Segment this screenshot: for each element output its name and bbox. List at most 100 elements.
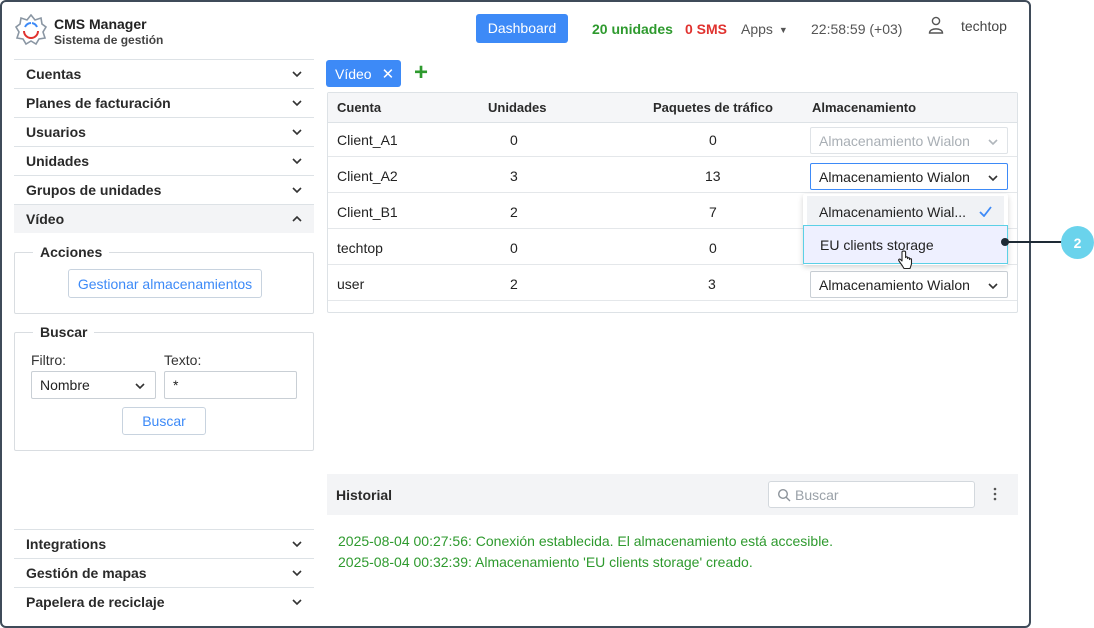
column-header-almacenamiento[interactable]: Almacenamiento — [812, 100, 916, 115]
sidebar-nav: Cuentas Planes de facturación Usuarios U… — [14, 59, 314, 233]
sidebar-item-mapas[interactable]: Gestión de mapas — [14, 558, 314, 587]
checkmark-icon — [979, 206, 992, 217]
username[interactable]: techtop — [961, 18, 1007, 34]
brand-title: CMS Manager — [54, 16, 147, 32]
cms-logo-icon — [15, 14, 47, 46]
cell-paquetes: 3 — [708, 276, 716, 292]
sidebar-item-planes[interactable]: Planes de facturación — [14, 88, 314, 117]
table-row[interactable]: user 2 3 Almacenamiento Wialon — [328, 267, 1017, 301]
chevron-down-icon — [988, 283, 998, 290]
storage-select-value: Almacenamiento Wialon — [819, 132, 970, 149]
cell-cuenta: techtop — [337, 240, 383, 256]
tab-video[interactable]: Vídeo ✕ — [326, 60, 401, 87]
units-counter[interactable]: 20 unidades — [592, 21, 673, 37]
history-search-placeholder: Buscar — [795, 486, 839, 503]
history-log-entry: 2025-08-04 00:32:39: Almacenamiento 'EU … — [338, 554, 753, 570]
cell-unidades: 0 — [510, 240, 518, 256]
chevron-down-icon — [292, 541, 302, 548]
sidebar-item-label: Gestión de mapas — [26, 565, 147, 581]
cell-cuenta: user — [337, 276, 365, 292]
column-header-cuenta[interactable]: Cuenta — [337, 100, 381, 115]
search-text-input[interactable]: * — [164, 371, 297, 399]
storage-select: Almacenamiento Wialon — [810, 127, 1008, 154]
sidebar-item-unidades[interactable]: Unidades — [14, 146, 314, 175]
manage-storages-button[interactable]: Gestionar almacenamientos — [68, 269, 262, 298]
sidebar-item-label: Usuarios — [26, 124, 86, 140]
history-log-entry: 2025-08-04 00:27:56: Conexión establecid… — [338, 533, 833, 549]
sidebar-item-label: Cuentas — [26, 66, 82, 82]
cell-paquetes: 0 — [709, 132, 717, 148]
history-panel-header: Historial Buscar — [327, 474, 1018, 515]
dropdown-option-wialon[interactable]: Almacenamiento Wial... — [807, 196, 1004, 228]
actions-legend: Acciones — [33, 244, 110, 260]
cell-cuenta: Client_A2 — [337, 168, 398, 184]
server-time: 22:58:59 (+03) — [811, 21, 903, 37]
table-row[interactable]: Client_A2 3 13 Almacenamiento Wialon — [328, 159, 1017, 193]
cell-unidades: 0 — [510, 132, 518, 148]
dropdown-option-label: Almacenamiento Wial... — [819, 204, 967, 220]
table-row[interactable]: Client_A1 0 0 Almacenamiento Wialon — [328, 123, 1017, 157]
chevron-down-icon — [292, 100, 302, 107]
history-search-input[interactable]: Buscar — [768, 481, 975, 508]
chevron-down-icon — [292, 71, 302, 78]
search-icon — [777, 488, 791, 502]
app-window: CMS Manager Sistema de gestión Dashboard… — [0, 0, 1031, 628]
sidebar-item-cuentas[interactable]: Cuentas — [14, 59, 314, 88]
cell-unidades: 2 — [510, 276, 518, 292]
chevron-down-icon — [292, 599, 302, 606]
filter-select[interactable]: Nombre — [31, 371, 156, 399]
kebab-menu-icon[interactable] — [993, 486, 997, 502]
sidebar-item-grupos[interactable]: Grupos de unidades — [14, 175, 314, 204]
user-icon[interactable] — [928, 16, 944, 34]
text-label: Texto: — [164, 352, 202, 368]
callout-dot — [1001, 238, 1009, 246]
cell-paquetes: 13 — [705, 168, 721, 184]
chevron-up-icon — [292, 215, 302, 222]
cell-paquetes: 7 — [709, 204, 717, 220]
search-button[interactable]: Buscar — [122, 407, 206, 435]
chevron-down-icon — [292, 158, 302, 165]
sidebar-item-papelera[interactable]: Papelera de reciclaje — [14, 587, 314, 616]
sidebar-item-label: Planes de facturación — [26, 95, 171, 111]
sidebar-item-label: Integrations — [26, 536, 107, 552]
sidebar-item-usuarios[interactable]: Usuarios — [14, 117, 314, 146]
chevron-down-icon — [292, 129, 302, 136]
sidebar-item-video[interactable]: Vídeo — [14, 204, 314, 233]
column-header-unidades[interactable]: Unidades — [488, 100, 547, 115]
cell-paquetes: 0 — [709, 240, 717, 256]
callout-badge: 2 — [1061, 226, 1094, 259]
sidebar-item-label: Unidades — [26, 153, 90, 169]
cell-unidades: 3 — [510, 168, 518, 184]
history-title: Historial — [336, 487, 393, 503]
cell-unidades: 2 — [510, 204, 518, 220]
chevron-down-icon — [988, 139, 998, 146]
sidebar-item-label: Grupos de unidades — [26, 182, 162, 198]
storage-select[interactable]: Almacenamiento Wialon — [810, 271, 1008, 298]
filter-select-value: Nombre — [40, 377, 90, 393]
apps-label: Apps — [741, 21, 773, 37]
caret-down-icon: ▼ — [778, 25, 788, 35]
sidebar-item-label: Vídeo — [26, 211, 65, 227]
chevron-down-icon — [135, 383, 145, 390]
table-header: Cuenta Unidades Paquetes de tráfico Alma… — [328, 93, 1017, 123]
sidebar-nav-bottom: Integrations Gestión de mapas Papelera d… — [14, 529, 314, 616]
hand-cursor-icon — [898, 250, 913, 270]
cell-cuenta: Client_A1 — [337, 132, 398, 148]
chevron-down-icon — [292, 570, 302, 577]
column-header-paquetes[interactable]: Paquetes de tráfico — [653, 100, 773, 115]
storage-select[interactable]: Almacenamiento Wialon — [810, 163, 1008, 190]
sms-counter[interactable]: 0 SMS — [685, 21, 727, 37]
brand-subtitle: Sistema de gestión — [54, 33, 164, 47]
apps-menu[interactable]: Apps ▼ — [741, 21, 788, 37]
tab-video-label: Vídeo — [335, 65, 372, 82]
top-header: CMS Manager Sistema de gestión Dashboard… — [2, 2, 1029, 58]
chevron-down-icon — [988, 175, 998, 182]
search-text-value: * — [173, 377, 179, 393]
close-icon[interactable]: ✕ — [382, 65, 395, 83]
dashboard-button[interactable]: Dashboard — [476, 14, 568, 43]
add-tab-button[interactable]: + — [414, 60, 432, 86]
callout-line — [1006, 241, 1062, 243]
cell-cuenta: Client_B1 — [337, 204, 398, 220]
search-legend: Buscar — [33, 324, 95, 340]
sidebar-item-integrations[interactable]: Integrations — [14, 529, 314, 558]
